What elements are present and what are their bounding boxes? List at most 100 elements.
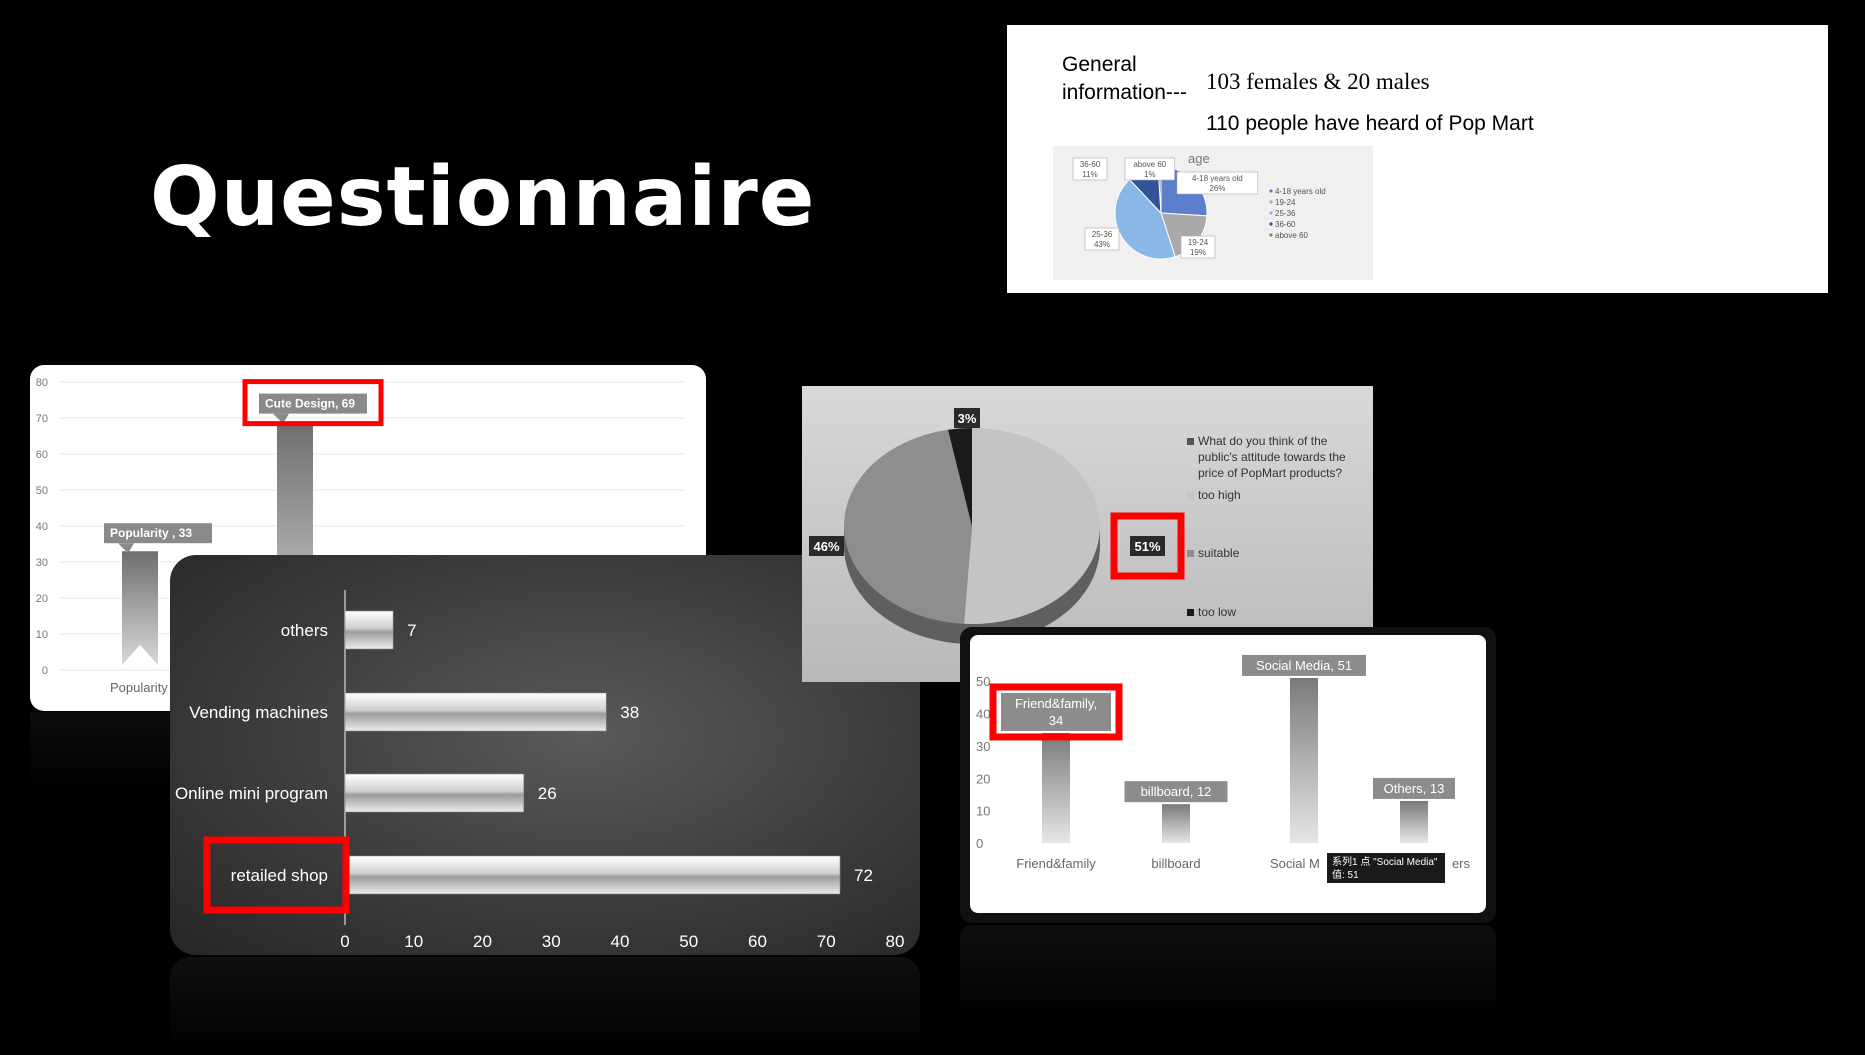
source-tooltip-line2: 值: 51 [1332, 868, 1359, 881]
source-y-tick-3: 30 [976, 739, 990, 754]
source-bar-1 [1162, 804, 1190, 843]
age-legend-item-3: 36-60 [1275, 220, 1296, 229]
pref-y-tick-6: 60 [36, 449, 48, 461]
age-legend-dot-1 [1269, 200, 1273, 204]
channel-category-2: Online mini program [175, 784, 328, 803]
age-legend-dot-3 [1269, 222, 1273, 226]
channel-bar-1 [344, 692, 607, 732]
channel-bar-0 [344, 610, 394, 650]
pref-y-tick-4: 40 [36, 521, 48, 533]
age-label-pct-2: 43% [1094, 240, 1110, 249]
info-label-information: information--- [1062, 81, 1187, 104]
age-chart-title: age [1188, 151, 1210, 166]
channel-category-1: Vending machines [189, 703, 328, 722]
info-source-plot-area: 0 10 20 30 40 50 Friend&family, 34 billboard, 1… [970, 635, 1486, 913]
pref-y-tick-5: 50 [36, 485, 48, 497]
channel-x-tick-7: 70 [817, 932, 836, 951]
pref-y-tick-8: 80 [36, 377, 48, 389]
source-bar-2 [1290, 677, 1318, 843]
channel-x-tick-3: 30 [542, 932, 561, 951]
age-legend-item-2: 25-36 [1275, 209, 1296, 218]
info-label-general: General [1062, 53, 1137, 76]
channel-value-3: 72 [854, 866, 873, 885]
channel-bar-2 [344, 773, 525, 813]
price-legend-item-1: suitable [1198, 546, 1240, 560]
price-legend-swatch-1 [1187, 550, 1194, 557]
pref-y-tick-7: 70 [36, 413, 48, 425]
age-legend-item-0: 4-18 years old [1275, 187, 1326, 196]
price-pct-1: 46% [813, 539, 839, 554]
source-x-label-0: Friend&family [1016, 856, 1096, 871]
info-source-chart: 0 10 20 30 40 50 Friend&family, 34 billboard, 1… [960, 627, 1496, 923]
age-label-pct-4: 1% [1144, 170, 1156, 179]
price-legend-swatch-2 [1187, 609, 1194, 616]
source-y-tick-1: 10 [976, 804, 990, 819]
age-pie-chart: age 4-18 years old 26% 19-24 19% 25-36 43% 36-… [1053, 146, 1373, 280]
slide-title: Questionnaire [150, 150, 816, 245]
age-label-name-1: 19-24 [1188, 238, 1209, 247]
price-legend-item-2: too low [1198, 605, 1236, 619]
source-x-label-1: billboard [1151, 856, 1200, 871]
source-card-reflection [960, 925, 1496, 1020]
info-source-svg: 0 10 20 30 40 50 Friend&family, 34 billboard, 1… [976, 654, 1471, 883]
channel-x-tick-1: 10 [404, 932, 423, 951]
price-legend-title-line-0: What do you think of the [1198, 434, 1328, 448]
age-pie-svg: age 4-18 years old26%19-2419%25-3643%36-… [1072, 151, 1326, 260]
channel-x-tick-8: 80 [886, 932, 905, 951]
age-label-pct-3: 11% [1082, 170, 1097, 179]
pref-y-tick-3: 30 [36, 557, 48, 569]
price-legend-title-line-2: price of PopMart products? [1198, 466, 1342, 480]
pref-y-tick-1: 10 [36, 629, 48, 641]
source-label-line1-0: Friend&family, [1015, 696, 1097, 711]
channel-value-0: 7 [407, 621, 416, 640]
price-legend-swatch-0 [1187, 492, 1194, 499]
channel-x-tick-0: 0 [340, 932, 349, 951]
general-info-panel: General information--- 103 females & 20 … [1007, 25, 1828, 293]
price-pct-2: 3% [958, 411, 977, 426]
channel-x-tick-5: 50 [679, 932, 698, 951]
source-tooltip-line1: 系列1 点 "Social Media" [1332, 855, 1438, 868]
price-legend-title-line-1: public's attitude towards the [1198, 450, 1346, 464]
age-label-name-2: 25-36 [1092, 230, 1113, 239]
age-label-name-0: 4-18 years old [1192, 174, 1243, 183]
age-legend-dot-4 [1269, 233, 1273, 237]
pref-data-label-1: Cute Design, 69 [265, 397, 355, 411]
source-label-line2-0: 34 [1049, 713, 1063, 728]
channel-x-tick-4: 40 [611, 932, 630, 951]
age-label-pct-1: 19% [1190, 248, 1206, 257]
source-label-line1-2: Social Media, 51 [1256, 658, 1352, 673]
pref-x-label-popularity: Popularity [110, 680, 168, 695]
age-label-name-4: above 60 [1133, 160, 1166, 169]
source-y-tick-4: 40 [976, 707, 990, 722]
channel-value-1: 38 [620, 703, 639, 722]
awareness-summary: 110 people have heard of Pop Mart [1206, 112, 1534, 135]
age-legend-item-1: 19-24 [1275, 198, 1296, 207]
source-y-tick-5: 50 [976, 674, 990, 689]
pref-y-tick-0: 0 [42, 665, 48, 677]
channel-category-0: others [281, 621, 328, 640]
age-legend-dot-2 [1269, 211, 1273, 215]
channel-x-tick-2: 20 [473, 932, 492, 951]
channel-value-2: 26 [538, 784, 557, 803]
price-pct-0: 51% [1134, 539, 1160, 554]
source-bar-3 [1400, 800, 1428, 843]
age-label-name-3: 36-60 [1080, 160, 1101, 169]
gender-summary: 103 females & 20 males [1206, 69, 1430, 94]
source-y-tick-0: 0 [976, 836, 983, 851]
channel-card-reflection [170, 957, 920, 1052]
source-label-line1-1: billboard, 12 [1141, 784, 1212, 799]
price-legend-title-swatch [1187, 438, 1194, 445]
channel-category-3: retailed shop [231, 866, 328, 885]
source-bar-0 [1042, 732, 1070, 843]
age-legend-item-4: above 60 [1275, 231, 1308, 240]
pref-data-label-0: Popularity , 33 [110, 526, 192, 540]
source-y-tick-2: 20 [976, 771, 990, 786]
pref-y-tick-2: 20 [36, 593, 48, 605]
source-x-label-2: Social M [1270, 856, 1320, 871]
channel-x-tick-6: 60 [748, 932, 767, 951]
pref-bar-0 [122, 551, 158, 665]
source-x-label-3: ers [1452, 856, 1471, 871]
age-label-pct-0: 26% [1209, 184, 1225, 193]
age-legend-dot-0 [1269, 189, 1273, 193]
source-label-line1-3: Others, 13 [1384, 781, 1445, 796]
